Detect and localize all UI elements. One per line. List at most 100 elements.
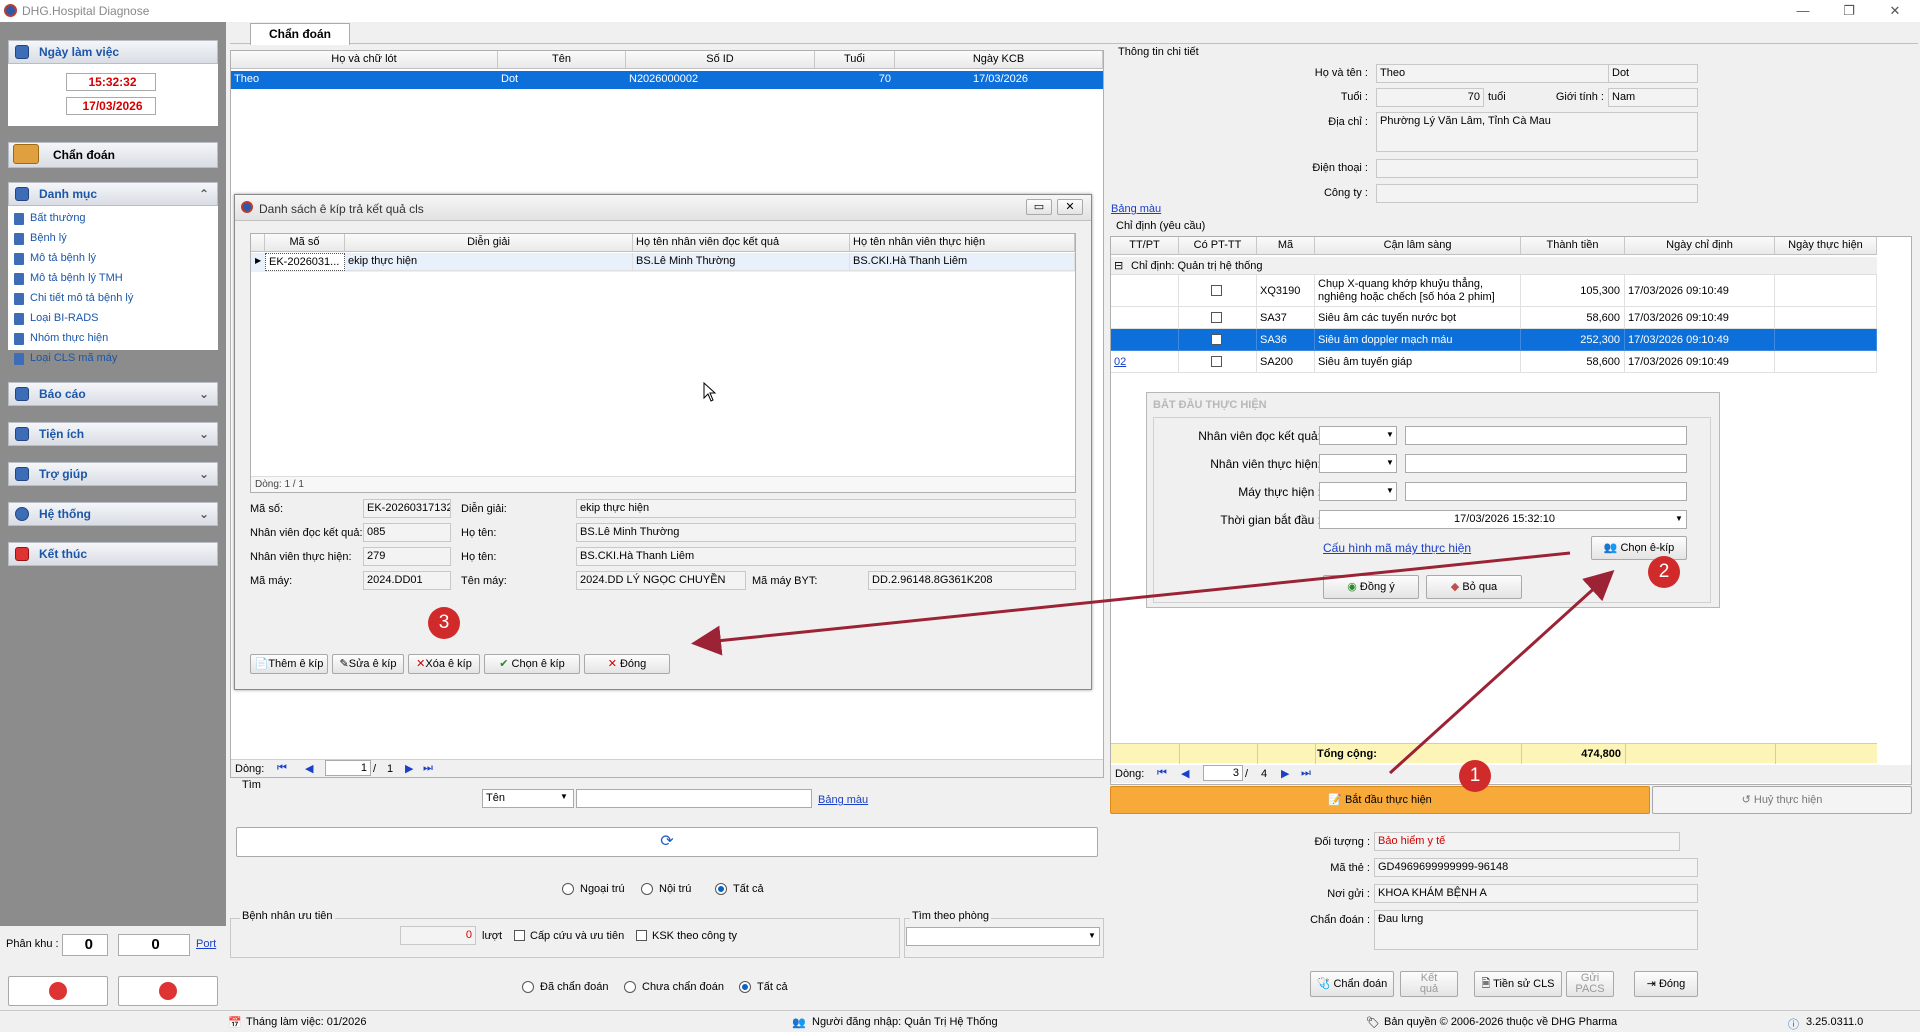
col-header[interactable]: Tuổi	[815, 51, 895, 69]
col-header[interactable]: Số ID	[626, 51, 815, 69]
pt-checkbox[interactable]	[1211, 312, 1222, 323]
table-row[interactable]: XQ3190 Chụp X-quang khớp khuỷu thẳng, ng…	[1111, 275, 1877, 307]
col-header[interactable]: Họ tên nhân viên thực hiện	[850, 234, 1075, 252]
table-row[interactable]: Theo Dot N2026000002 70 17/03/2026	[231, 71, 1103, 89]
danh-muc-item[interactable]: Loại CLS mã máy	[14, 352, 117, 365]
color-table-link[interactable]: Bảng màu	[818, 794, 868, 806]
cancel-execution-button[interactable]: ↺ Huỷ thực hiện	[1652, 786, 1912, 814]
address-field[interactable]: Phường Lý Văn Lâm, Tỉnh Cà Mau	[1376, 112, 1698, 152]
next-page-icon[interactable]: ▶	[1281, 767, 1289, 780]
machine-name-field[interactable]: 2024.DD LÝ NGỌC CHUYỀN	[576, 571, 746, 590]
nav-chan-doan[interactable]: Chẩn đoán	[8, 142, 218, 168]
danh-muc-item[interactable]: Bệnh lý	[14, 232, 67, 245]
danh-muc-item[interactable]: Bất thường	[14, 212, 86, 225]
tab-chan-doan[interactable]: Chẩn đoán	[250, 23, 350, 45]
danh-muc-item[interactable]: Loại BI-RADS	[14, 312, 98, 325]
age-field[interactable]: 70	[1376, 88, 1484, 107]
maximize-button[interactable]: ❐	[1834, 2, 1864, 20]
prev-page-icon[interactable]: ◀	[305, 762, 313, 775]
radio-chua-chan-doan[interactable]	[624, 981, 636, 993]
edit-ekip-button[interactable]: ✎Sửa ê kíp	[332, 654, 404, 674]
choose-ekip-button[interactable]: ✔ Chọn ê kíp	[484, 654, 580, 674]
col-header[interactable]: Ngày KCB	[895, 51, 1103, 69]
patient-lastname-field[interactable]: Theo	[1376, 64, 1616, 83]
reader-code-field[interactable]: 085	[363, 523, 451, 542]
choose-ekip-button-2[interactable]: 👥 Chọn ê-kíp	[1591, 536, 1687, 560]
table-row[interactable]: SA37 Siêu âm các tuyến nước bọt 58,600 1…	[1111, 307, 1877, 329]
first-page-icon[interactable]: ⏮	[1157, 767, 1167, 780]
phan-khu-input-1[interactable]: 0	[62, 934, 108, 956]
col-header[interactable]: Mã số	[265, 234, 345, 252]
port-link[interactable]: Port	[196, 938, 216, 950]
send-pacs-button[interactable]: Gửi PACS	[1566, 971, 1614, 997]
nav-bao-cao[interactable]: Báo cáo ⌄	[8, 382, 218, 406]
close-window-button[interactable]: ✕	[1880, 2, 1910, 20]
radio-tat-ca-2[interactable]	[739, 981, 751, 993]
diagnosis-field[interactable]: Đau lưng	[1374, 910, 1698, 950]
first-page-icon[interactable]: ⏮	[277, 762, 287, 775]
minimize-button[interactable]: —	[1788, 2, 1818, 20]
record-button[interactable]	[118, 976, 218, 1006]
agree-button[interactable]: ◉ Đồng ý	[1323, 575, 1419, 599]
radio-tat-ca-1[interactable]	[715, 883, 727, 895]
col-header[interactable]: Tên	[498, 51, 626, 69]
search-input[interactable]	[576, 789, 812, 808]
reader-name-input[interactable]	[1405, 426, 1687, 445]
start-execution-button[interactable]: 📝 Bắt đầu thực hiện	[1110, 786, 1650, 814]
delete-ekip-button[interactable]: ✕Xóa ê kíp	[408, 654, 480, 674]
pt-checkbox[interactable]	[1211, 356, 1222, 367]
checkbox-cap-cuu[interactable]	[514, 930, 525, 941]
ekip-description-field[interactable]: ekip thực hiện	[576, 499, 1076, 518]
machine-code-field[interactable]: 2024.DD01	[363, 571, 451, 590]
checkbox-ksk[interactable]	[636, 930, 647, 941]
col-header[interactable]: Thành tiền	[1521, 237, 1625, 255]
refresh-button[interactable]: ⟳	[236, 827, 1098, 857]
ekip-navigator[interactable]: Dòng: 1 / 1	[251, 476, 1075, 492]
col-header[interactable]: Họ tên nhân viên đọc kết quả	[633, 234, 850, 252]
room-select[interactable]	[906, 927, 1100, 946]
pt-checkbox[interactable]	[1211, 334, 1222, 345]
result-button[interactable]: Kết quả	[1400, 971, 1458, 997]
col-header[interactable]: Họ và chữ lót	[231, 51, 498, 69]
danh-muc-item[interactable]: Chi tiết mô tả bệnh lý	[14, 292, 133, 305]
color-table-link-2[interactable]: Bảng màu	[1111, 203, 1161, 215]
radio-noi-tru[interactable]	[641, 883, 653, 895]
card-number-field[interactable]: GD4969699999999-96148	[1374, 858, 1698, 877]
configure-machine-link[interactable]: Cấu hình mã máy thực hiện	[1323, 541, 1471, 555]
page-input[interactable]: 1	[325, 760, 371, 776]
insurance-type-field[interactable]: Bảo hiểm y tế	[1374, 832, 1680, 851]
radio-da-chan-doan[interactable]	[522, 981, 534, 993]
start-time-picker[interactable]: 17/03/2026 15:32:10	[1319, 510, 1687, 529]
table-row[interactable]: SA36 Siêu âm doppler mạch máu 252,300 17…	[1111, 329, 1877, 351]
nav-he-thong[interactable]: Hệ thống ⌄	[8, 502, 218, 526]
last-page-icon[interactable]: ⏭	[423, 762, 433, 775]
performer-name-field[interactable]: BS.CKI.Hà Thanh Liêm	[576, 547, 1076, 566]
diagnose-button[interactable]: 🩺 Chẩn đoán	[1310, 971, 1394, 997]
byt-code-field[interactable]: DD.2.96148.8G361K208	[868, 571, 1076, 590]
close-ekip-button[interactable]: ✕ Đóng	[584, 654, 670, 674]
col-header[interactable]: Ngày thực hiện	[1775, 237, 1877, 255]
nav-tro-giup[interactable]: Trợ giúp ⌄	[8, 462, 218, 486]
table-row[interactable]: ▶ EK-2026031... ekip thực hiện BS.Lê Min…	[251, 253, 1075, 272]
col-header[interactable]: Cận lâm sàng	[1315, 237, 1521, 255]
ekip-code-field[interactable]: EK-20260317132	[363, 499, 451, 518]
danh-muc-item[interactable]: Mô tả bệnh lý TMH	[14, 272, 123, 285]
nav-danh-muc[interactable]: Danh mục ⌃	[8, 182, 218, 206]
nav-tien-ich[interactable]: Tiện ích ⌄	[8, 422, 218, 446]
radio-ngoai-tru[interactable]	[562, 883, 574, 895]
restore-icon[interactable]: ▭	[1026, 199, 1052, 215]
danh-muc-item[interactable]: Mô tả bệnh lý	[14, 252, 96, 265]
next-page-icon[interactable]: ▶	[405, 762, 413, 775]
table-row[interactable]: 02 SA200 Siêu âm tuyến giáp 58,600 17/03…	[1111, 351, 1877, 373]
danh-muc-item[interactable]: Nhóm thực hiện	[14, 332, 108, 345]
gender-field[interactable]: Nam	[1608, 88, 1698, 107]
col-header[interactable]: Ngày chỉ định	[1625, 237, 1775, 255]
col-header[interactable]: Mã	[1257, 237, 1315, 255]
patient-firstname-field[interactable]: Dot	[1608, 64, 1698, 83]
performer-code-field[interactable]: 279	[363, 547, 451, 566]
prev-page-icon[interactable]: ◀	[1181, 767, 1189, 780]
reader-name-field[interactable]: BS.Lê Minh Thường	[576, 523, 1076, 542]
col-header[interactable]: Có PT-TT	[1179, 237, 1257, 255]
cls-history-button[interactable]: 🗎 Tiền sử CLS	[1474, 971, 1562, 997]
phone-field[interactable]	[1376, 159, 1698, 178]
